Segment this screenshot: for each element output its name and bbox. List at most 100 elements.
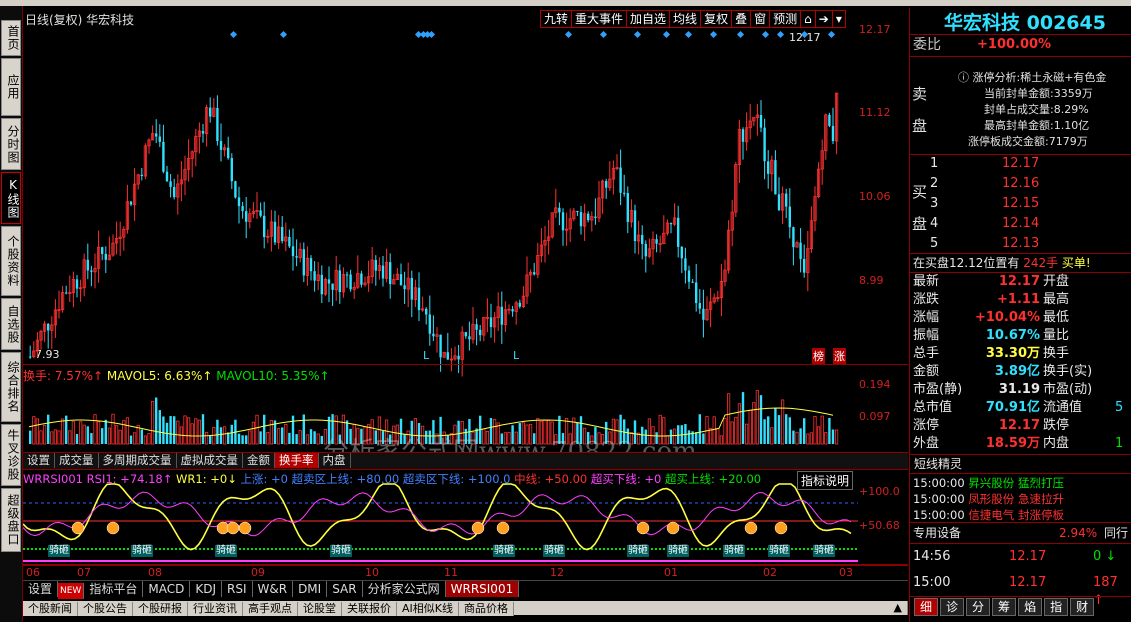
candle-body [619, 167, 622, 193]
vtab-virtual[interactable]: 虚拟成交量 [176, 453, 243, 468]
itab-rsi[interactable]: RSI [222, 581, 253, 597]
volume-bar [719, 435, 724, 445]
indicator-explain-button[interactable]: 指标说明 [797, 471, 854, 490]
tab-ranking[interactable]: 综合排名 [1, 352, 21, 422]
event-diamond-icon[interactable] [761, 30, 770, 39]
event-diamond-icon[interactable] [827, 30, 836, 39]
ntab-related[interactable]: 关联报价 [342, 602, 397, 616]
vtab-multi-period[interactable]: 多周期成交量 [98, 453, 177, 468]
event-diamond-icon[interactable] [662, 30, 671, 39]
itab-fxj[interactable]: 分析家公式网 [362, 581, 446, 597]
right-tab-0[interactable]: 细 [914, 598, 939, 616]
bid-row[interactable]: 2 12.16 [930, 175, 1130, 193]
right-tab-1[interactable]: 诊 [940, 598, 965, 616]
itab-kdj[interactable]: KDJ [190, 581, 222, 597]
candle-body [831, 125, 835, 142]
event-diamond-icon[interactable] [279, 30, 288, 39]
tab-app[interactable]: 应用 [1, 58, 21, 116]
volume-bar [183, 415, 187, 445]
volume-bar [266, 432, 270, 445]
event-diamond-icon[interactable] [800, 30, 809, 39]
candle-body [410, 278, 413, 300]
ntab-news[interactable]: 个股新闻 [23, 602, 78, 616]
candle-body [399, 274, 403, 286]
itab-macd[interactable]: MACD [143, 581, 191, 597]
ntab-report[interactable]: 个股研报 [133, 602, 188, 616]
bid-row[interactable]: 3 12.15 [930, 195, 1130, 213]
jingling-title: 短线精灵 [914, 457, 963, 471]
bid-row[interactable]: 5 12.13 [930, 235, 1130, 253]
vtab-inner[interactable]: 内盘 [318, 453, 351, 468]
volume-bar [39, 430, 43, 445]
volume-bar [86, 426, 89, 444]
tab-super-board[interactable]: 超级盘口 [1, 488, 21, 552]
vtab-turnover[interactable]: 换手率 [275, 453, 319, 468]
right-tab-6[interactable]: 财 [1070, 598, 1095, 616]
event-diamond-icon[interactable] [427, 30, 436, 39]
candle-body [785, 193, 788, 207]
tab-stock-info[interactable]: 个股资料 [1, 226, 21, 296]
itab-wrrsi[interactable]: WRRSI001 [445, 581, 520, 597]
stock-name: 华宏科技 [944, 12, 1021, 34]
ntab-ai[interactable]: AI相似K线 [397, 602, 459, 616]
itab-platform[interactable]: 指标平台 [84, 581, 144, 597]
ntab-commodity[interactable]: 商品价格 [458, 602, 514, 616]
volume-bar [788, 417, 791, 444]
event-diamond-icon[interactable] [709, 30, 718, 39]
volume-bar [186, 417, 191, 445]
tab-watchlist[interactable]: 自选股 [1, 298, 21, 350]
event-diamond-icon[interactable] [736, 30, 745, 39]
buy-signal-label: 骑砸 [813, 545, 835, 557]
quote-value: +10.04% [974, 310, 1040, 325]
volume-bar [97, 421, 101, 445]
bid-row[interactable]: 4 12.14 [930, 215, 1130, 233]
volume-bar [813, 416, 817, 445]
volume-bar [190, 423, 194, 445]
buy-signal-label: 骑砸 [493, 545, 515, 557]
right-tab-4[interactable]: 焰 [1018, 598, 1043, 616]
vtab-amount[interactable]: 金额 [243, 453, 275, 468]
candle-body [313, 271, 316, 281]
right-tab-3[interactable]: 筹 [992, 598, 1017, 616]
vtab-settings[interactable]: 设置 [23, 453, 55, 468]
itab-sar[interactable]: SAR [327, 581, 363, 597]
event-diamond-icon[interactable] [776, 30, 785, 39]
volume-bar [68, 430, 72, 445]
event-diamond-icon[interactable] [599, 30, 608, 39]
quote-label: 最新 [913, 274, 940, 289]
buy-signal-label: 骑砸 [768, 545, 790, 557]
tab-diagnose[interactable]: 牛叉诊股 [1, 424, 21, 486]
ntab-industry[interactable]: 行业资讯 [188, 602, 243, 616]
vtab-volume[interactable]: 成交量 [55, 453, 99, 468]
itab-settings[interactable]: 设置 [23, 581, 59, 597]
ntab-experts[interactable]: 高手观点 [243, 602, 298, 616]
tab-timeshare[interactable]: 分时图 [1, 118, 21, 170]
tab-kline[interactable]: K线图 [1, 172, 21, 224]
quote-label2: 换手(实) [1043, 364, 1093, 379]
event-diamond-icon[interactable] [564, 30, 573, 39]
itab-dmi[interactable]: DMI [293, 581, 328, 597]
bid-price: 12.14 [1002, 216, 1040, 231]
volume-bar [35, 418, 39, 445]
right-tab-2[interactable]: 分 [966, 598, 991, 616]
collapse-icon[interactable]: ▲ [888, 601, 908, 615]
quote-label: 涨停 [913, 418, 940, 433]
bid-row[interactable]: 1 12.17 [930, 155, 1130, 173]
event-diamond-icon[interactable] [633, 30, 642, 39]
tick-row: 15:00 12.17 187 ↑ [913, 575, 1118, 608]
itab-wr[interactable]: W&R [252, 581, 294, 597]
ntab-forum[interactable]: 论股堂 [298, 602, 342, 616]
ntab-announce[interactable]: 个股公告 [78, 602, 133, 616]
tab-home[interactable]: 首页 [1, 20, 21, 56]
candle-body [86, 259, 89, 271]
industry-row[interactable]: 专用设备 2.94% 同行 [913, 524, 1131, 542]
candle-body [558, 207, 561, 213]
candle-body [165, 171, 169, 182]
candle-body [518, 302, 521, 307]
volume-bar [745, 423, 749, 445]
candle-body [338, 270, 341, 292]
bid-level: 5 [930, 236, 939, 251]
right-tab-5[interactable]: 指 [1044, 598, 1069, 616]
event-diamond-icon[interactable] [229, 30, 238, 39]
event-diamond-icon[interactable] [684, 30, 693, 39]
